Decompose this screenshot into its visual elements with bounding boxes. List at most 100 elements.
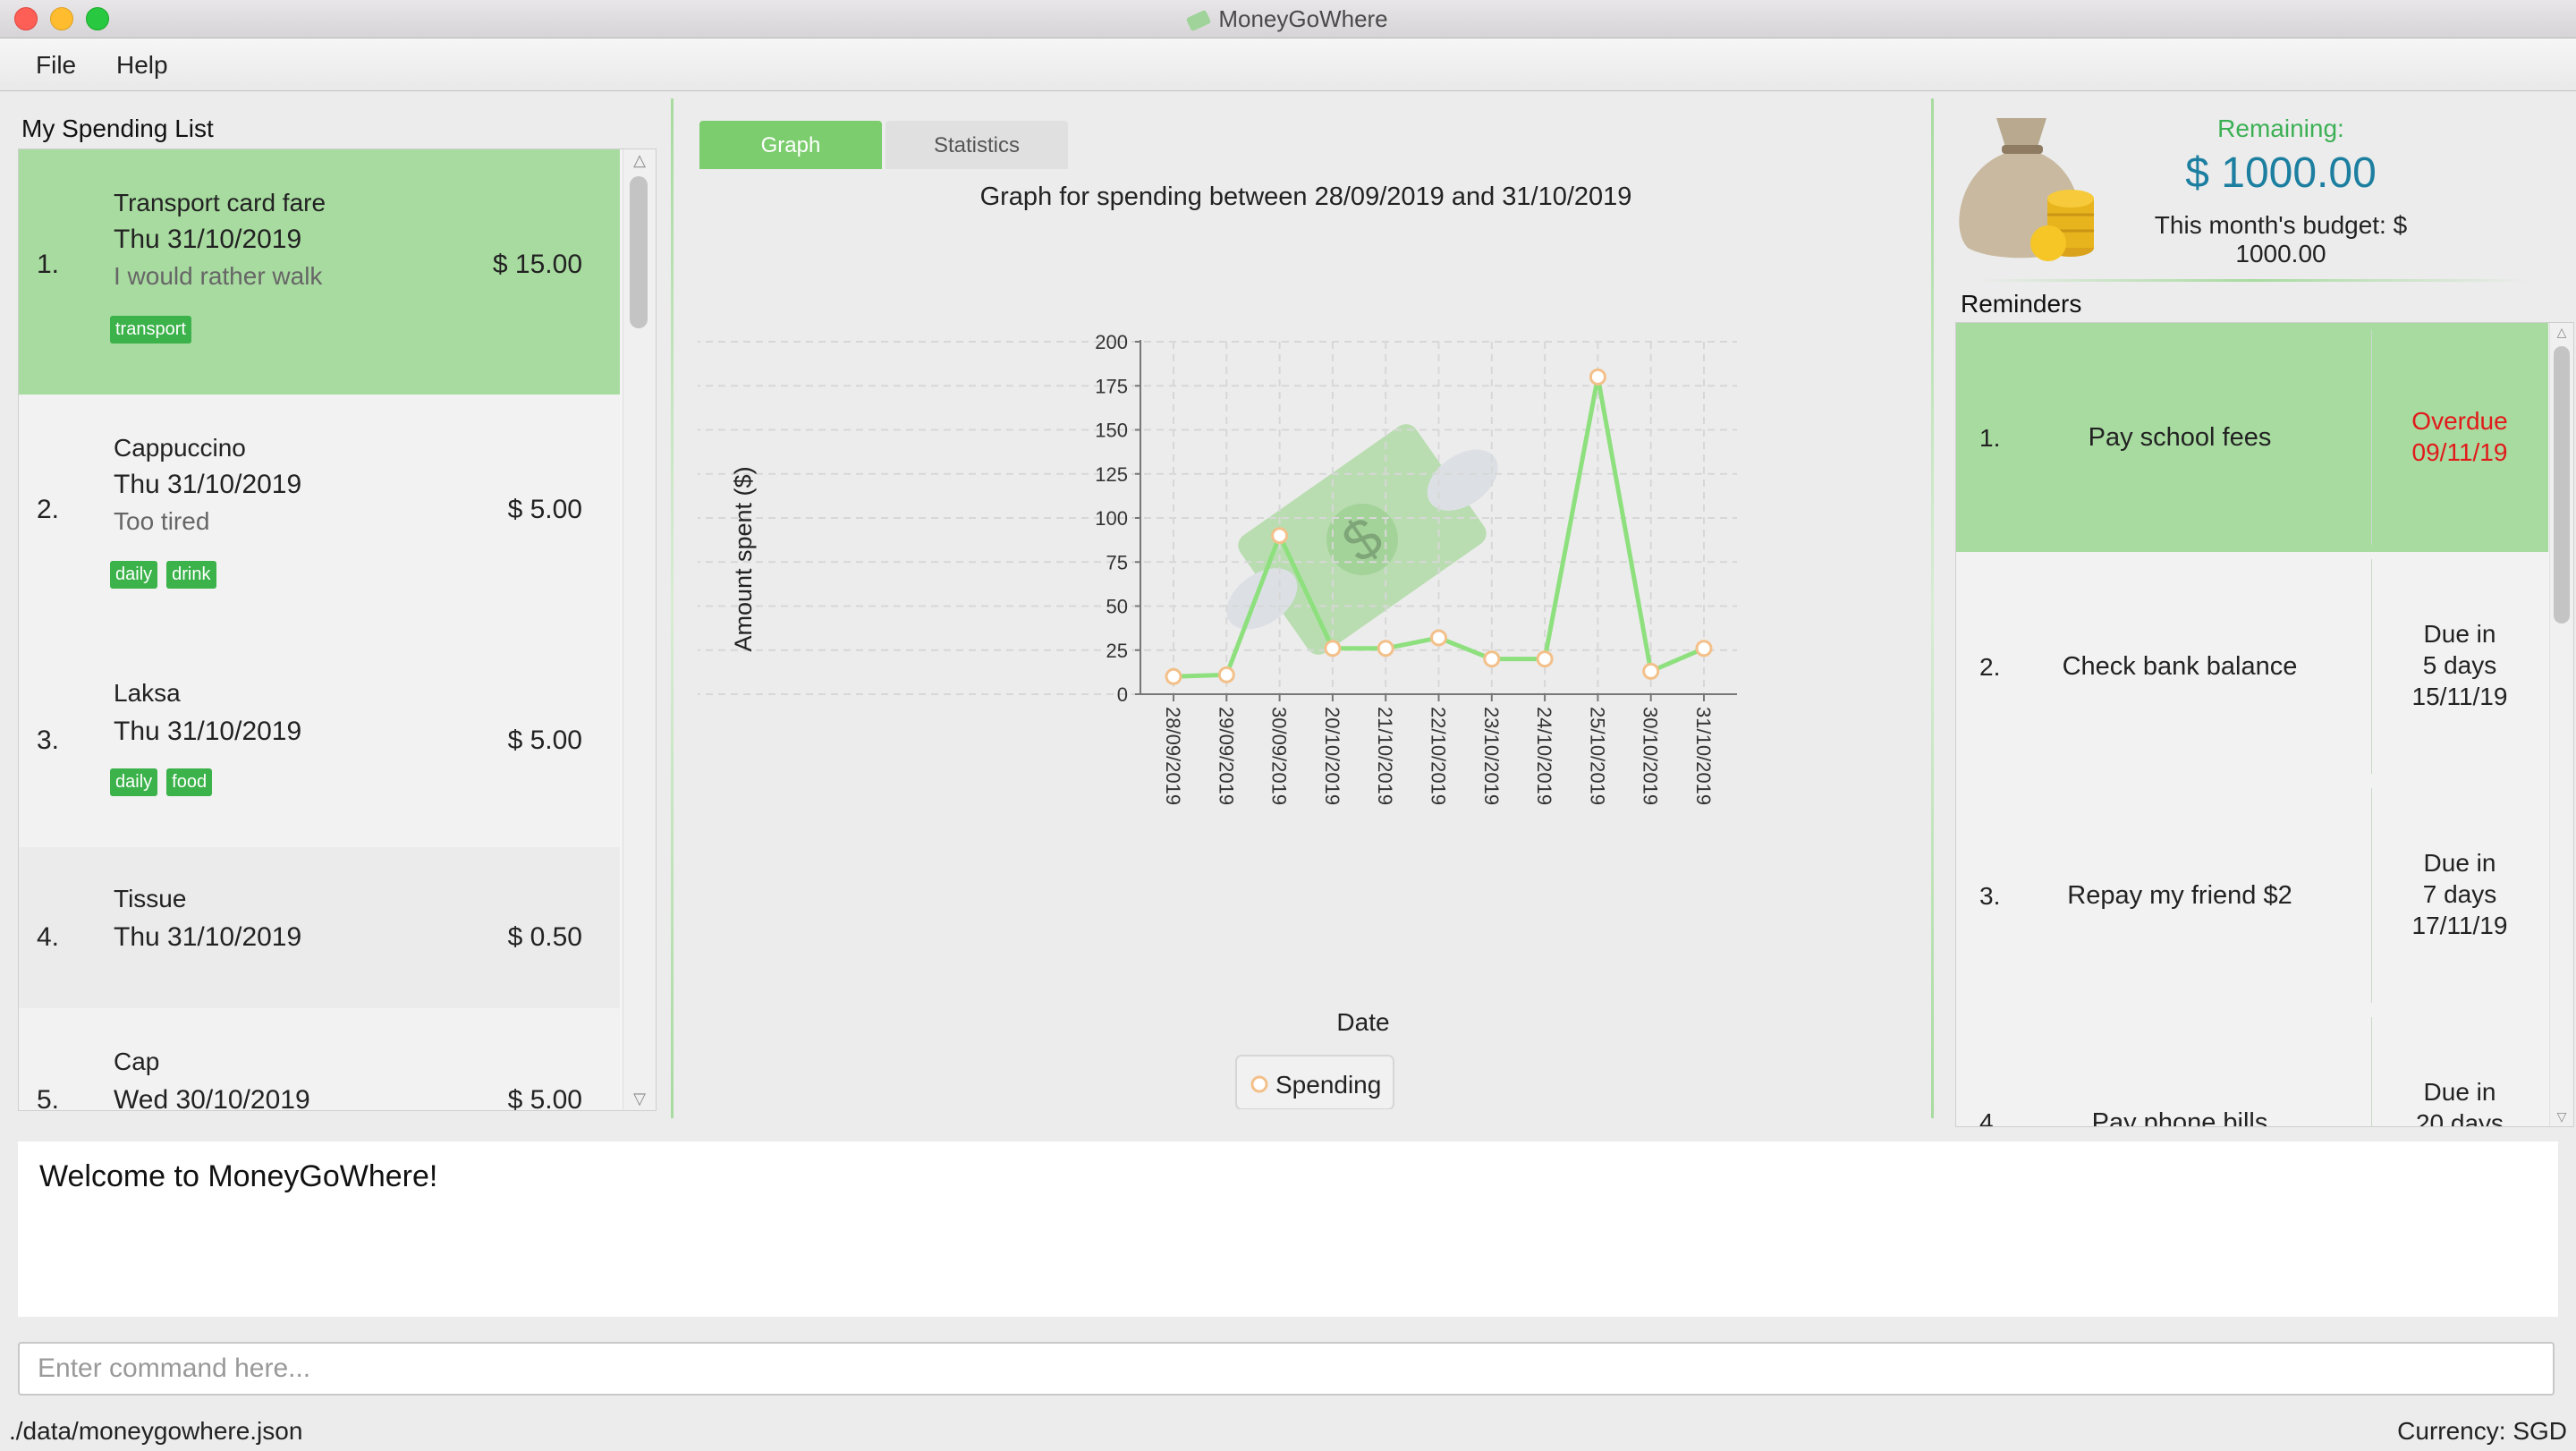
chart-grid bbox=[698, 341, 1737, 695]
tab-statistics[interactable]: Statistics bbox=[886, 121, 1068, 169]
scroll-down-icon[interactable]: ▽ bbox=[623, 1090, 656, 1108]
window-title-text: MoneyGoWhere bbox=[1218, 5, 1388, 32]
reminder-index: 2. bbox=[1979, 653, 2001, 681]
title-bar: MoneyGoWhere bbox=[0, 0, 2576, 38]
reminders-list[interactable]: 1. Pay school fees Overdue 09/11/19 2. C… bbox=[1955, 322, 2574, 1127]
spending-list-item[interactable]: 5. Cap Wed 30/10/2019 $ 5.00 bbox=[19, 1008, 620, 1111]
spending-amount: $ 5.00 bbox=[507, 1085, 582, 1111]
spending-list-scrollbar[interactable]: △ ▽ bbox=[623, 149, 656, 1110]
tab-graph[interactable]: Graph bbox=[699, 121, 882, 169]
money-watermark-icon: $ bbox=[1226, 424, 1498, 655]
spending-list-item[interactable]: 2. Cappuccino Thu 31/10/2019 Too tired $… bbox=[19, 395, 620, 640]
panel-divider[interactable] bbox=[671, 98, 674, 1118]
scroll-down-icon[interactable]: ▽ bbox=[2550, 1109, 2573, 1124]
money-bag-icon bbox=[1959, 118, 2094, 261]
scroll-up-icon[interactable]: △ bbox=[623, 151, 656, 170]
spending-tags: transport bbox=[110, 316, 191, 344]
data-point bbox=[1324, 640, 1342, 658]
reminder-item[interactable]: 4. Pay phone bills Due in 20 days bbox=[1956, 1010, 2548, 1127]
due-status: Due in bbox=[2423, 620, 2496, 648]
due-days: 20 days bbox=[2415, 1109, 2504, 1127]
data-point bbox=[1695, 640, 1713, 658]
spending-amount: $ 5.00 bbox=[507, 495, 582, 524]
x-tick-label: 30/10/2019 bbox=[1640, 707, 1662, 805]
tag: daily bbox=[110, 561, 158, 589]
x-tick-label: 20/10/2019 bbox=[1321, 707, 1343, 805]
x-tick-label: 23/10/2019 bbox=[1480, 707, 1503, 805]
due-date: 17/11/19 bbox=[2411, 912, 2508, 939]
scrollbar-thumb[interactable] bbox=[630, 176, 648, 328]
spending-line-chart: $ 0 25 50 75 100 125 150 175 200 28/09/2019 29/09… bbox=[698, 331, 1737, 1109]
spending-list-item[interactable]: 4. Tissue Thu 31/10/2019 $ 0.50 bbox=[19, 847, 620, 1008]
spending-list-item[interactable]: 1. Transport card fare Thu 31/10/2019 I … bbox=[19, 149, 620, 395]
x-tick-label: 22/10/2019 bbox=[1428, 707, 1450, 805]
x-tick-label: 24/10/2019 bbox=[1533, 707, 1555, 805]
command-input[interactable] bbox=[18, 1342, 2555, 1396]
window-title: MoneyGoWhere bbox=[0, 0, 2576, 38]
spending-date: Wed 30/10/2019 bbox=[114, 1085, 310, 1111]
reminder-description: Repay my friend $2 bbox=[2067, 881, 2292, 910]
data-point bbox=[1536, 650, 1554, 668]
reminder-index: 3. bbox=[1979, 882, 2001, 910]
data-point bbox=[1377, 640, 1394, 658]
y-tick-label: 0 bbox=[1117, 683, 1128, 706]
x-tick-label: 25/10/2019 bbox=[1586, 707, 1608, 805]
spending-index: 1. bbox=[37, 250, 60, 279]
menu-file[interactable]: File bbox=[36, 38, 76, 90]
tag: drink bbox=[166, 561, 216, 589]
reminder-description: Pay phone bills bbox=[2091, 1108, 2268, 1127]
y-tick-label: 25 bbox=[1106, 640, 1128, 662]
scrollbar-thumb[interactable] bbox=[2554, 346, 2570, 624]
spending-name: Cap bbox=[114, 1048, 160, 1075]
x-tick-label: 31/10/2019 bbox=[1692, 707, 1715, 805]
spending-remark: I would rather walk bbox=[114, 262, 323, 290]
due-date: 15/11/19 bbox=[2411, 683, 2508, 710]
y-tick-label: 150 bbox=[1095, 420, 1128, 442]
y-tick-label: 75 bbox=[1106, 551, 1128, 573]
monthly-budget: This month's budget: $ 1000.00 bbox=[2154, 211, 2408, 267]
spending-list-item[interactable]: 3. Laksa Thu 31/10/2019 $ 5.00 daily foo… bbox=[19, 640, 620, 847]
app-icon bbox=[1186, 9, 1212, 32]
x-axis-label: Date bbox=[1336, 1008, 1389, 1036]
menu-help[interactable]: Help bbox=[116, 38, 168, 90]
chart-legend: Spending bbox=[1235, 1055, 1394, 1109]
reminder-index: 4. bbox=[1979, 1108, 2001, 1127]
spending-tags: daily drink bbox=[110, 561, 216, 589]
x-tick-label: 29/09/2019 bbox=[1215, 707, 1237, 805]
spending-date: Thu 31/10/2019 bbox=[114, 470, 302, 499]
reminder-index: 1. bbox=[1979, 424, 2001, 452]
x-tick-label: 28/09/2019 bbox=[1162, 707, 1184, 805]
spending-amount: $ 0.50 bbox=[507, 922, 582, 952]
panel-divider[interactable] bbox=[1931, 98, 1934, 1118]
remaining-amount: $ 1000.00 bbox=[2185, 149, 2377, 197]
reminder-item[interactable]: 3. Repay my friend $2 Due in 7 days 17/1… bbox=[1956, 781, 2548, 1010]
reminder-item[interactable]: 1. Pay school fees Overdue 09/11/19 bbox=[1956, 323, 2548, 552]
reminder-due: Overdue 09/11/19 bbox=[2371, 405, 2548, 468]
spending-name: Tissue bbox=[114, 885, 187, 912]
spending-amount: $ 5.00 bbox=[507, 726, 582, 755]
scroll-up-icon[interactable]: △ bbox=[2550, 325, 2573, 340]
graph-title: Graph for spending between 28/09/2019 an… bbox=[979, 182, 1632, 211]
spending-list-title: My Spending List bbox=[21, 115, 214, 142]
status-currency: Currency: SGD bbox=[2397, 1417, 2567, 1445]
y-tick-label: 175 bbox=[1095, 375, 1128, 397]
spending-date: Thu 31/10/2019 bbox=[114, 225, 302, 254]
remaining-label: Remaining: bbox=[2217, 115, 2344, 142]
due-date: 09/11/19 bbox=[2411, 438, 2508, 466]
legend-marker-icon bbox=[1250, 1075, 1268, 1093]
x-tick-label: 21/10/2019 bbox=[1374, 707, 1396, 805]
data-point bbox=[1165, 667, 1182, 685]
x-tick-label: 30/09/2019 bbox=[1268, 707, 1291, 805]
reminders-title: Reminders bbox=[1961, 290, 2082, 318]
reminder-due: Due in 20 days bbox=[2371, 1076, 2548, 1127]
tag: daily bbox=[110, 768, 158, 796]
due-status: Overdue bbox=[2411, 407, 2508, 435]
reminders-scrollbar[interactable]: △ ▽ bbox=[2549, 323, 2573, 1126]
divider bbox=[1977, 279, 2531, 282]
data-point bbox=[1430, 629, 1447, 647]
result-display[interactable]: Welcome to MoneyGoWhere! bbox=[18, 1141, 2558, 1317]
menu-bar: File Help bbox=[0, 38, 2576, 91]
spending-list[interactable]: 1. Transport card fare Thu 31/10/2019 I … bbox=[18, 148, 657, 1111]
due-days: 7 days bbox=[2422, 880, 2497, 908]
reminder-item[interactable]: 2. Check bank balance Due in 5 days 15/1… bbox=[1956, 552, 2548, 781]
